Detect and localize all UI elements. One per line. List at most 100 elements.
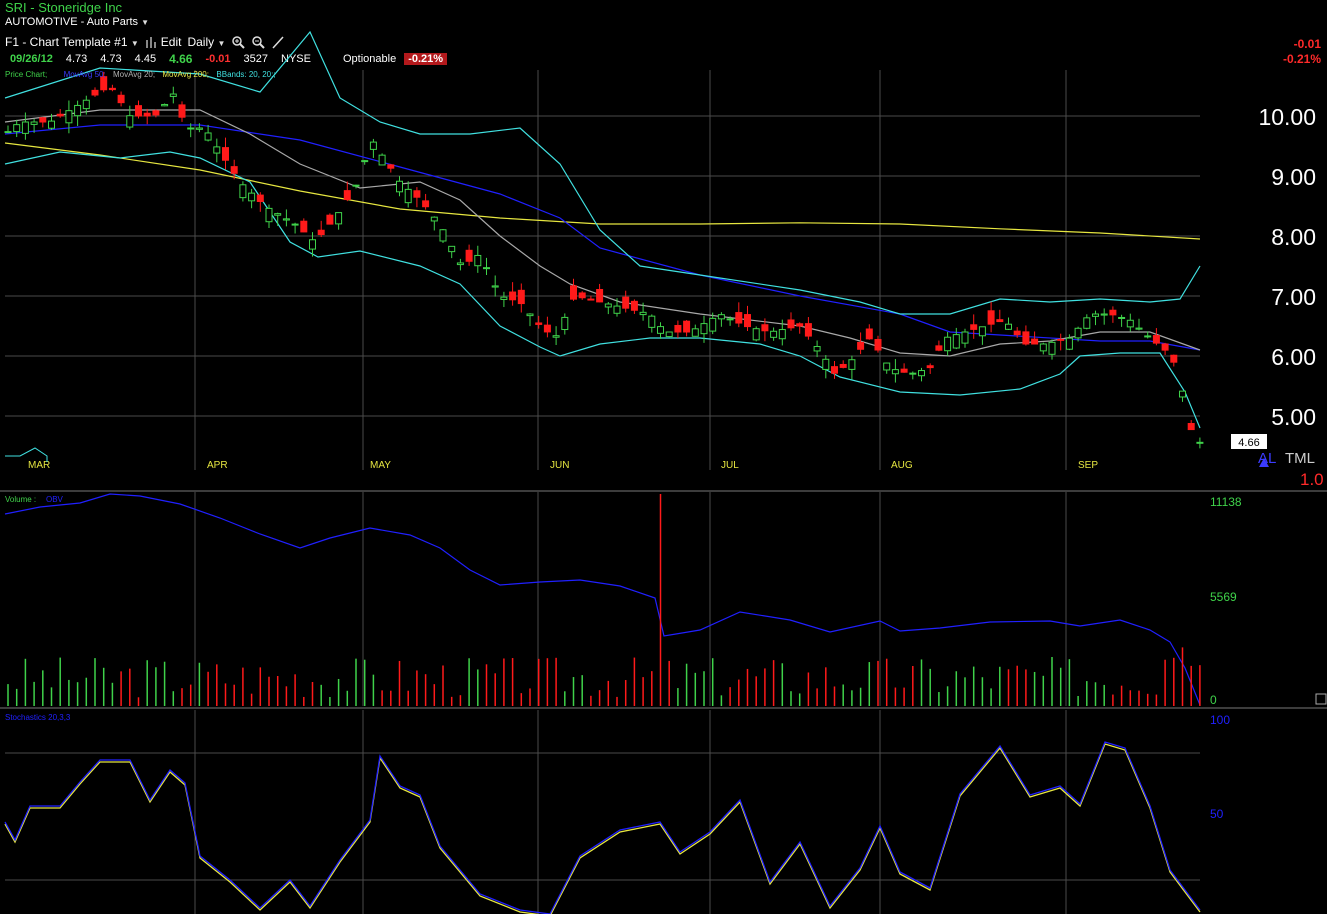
candle-body xyxy=(1196,441,1204,444)
candle-body xyxy=(657,326,664,334)
candle-body xyxy=(396,180,403,193)
candle-body xyxy=(265,207,273,223)
candle-body xyxy=(309,239,316,250)
candle-body xyxy=(578,292,586,299)
stochastic-lines xyxy=(4,741,1201,914)
candle-body xyxy=(48,120,55,129)
month-label: SEP xyxy=(1078,460,1098,471)
last-price-box: 4.66AL TML1.0 xyxy=(1231,434,1324,489)
candle-body xyxy=(448,245,456,253)
candle-body xyxy=(1074,327,1082,339)
candle-body xyxy=(413,190,421,198)
candle-body xyxy=(813,346,821,352)
candle-body xyxy=(1048,341,1056,355)
candle-body xyxy=(65,110,73,124)
candle-body xyxy=(517,289,525,305)
candle-body xyxy=(996,319,1004,323)
candle-body xyxy=(717,314,725,320)
candle-body xyxy=(630,300,638,311)
candle-body xyxy=(1187,423,1195,431)
candle-body xyxy=(74,104,82,117)
candle-body xyxy=(744,314,751,328)
candle-body xyxy=(282,218,290,221)
price-tick: 10.00 xyxy=(1258,104,1316,130)
candle-body xyxy=(831,366,838,374)
candle-body xyxy=(1022,331,1030,345)
candle-body xyxy=(187,127,195,130)
candle-body xyxy=(1144,335,1152,338)
candle-body xyxy=(987,310,995,325)
candle-body xyxy=(726,318,734,321)
candle-body xyxy=(300,220,308,233)
candle-body xyxy=(648,315,656,328)
price-tick: 7.00 xyxy=(1271,284,1316,310)
candle-body xyxy=(1092,313,1099,317)
volume-tick: 11138 xyxy=(1210,495,1242,509)
candle-body xyxy=(1005,323,1012,330)
candle-body xyxy=(256,194,264,202)
candle-body xyxy=(204,132,212,141)
price-tick: 8.00 xyxy=(1271,224,1316,250)
candle-body xyxy=(4,131,12,134)
candle-body xyxy=(404,188,412,204)
candle-body xyxy=(248,192,256,202)
ma50-line xyxy=(4,124,1201,351)
candle-body xyxy=(13,124,21,133)
candle-body xyxy=(883,362,891,371)
candle-body xyxy=(465,249,473,262)
month-label: JUN xyxy=(550,460,569,471)
month-label: JUL xyxy=(721,460,739,471)
stoch-legend: Stochastics 20,3,3 xyxy=(5,713,71,722)
price-axis: 10.00 9.00 8.00 7.00 6.00 5.00 xyxy=(1258,104,1316,430)
month-label: APR xyxy=(207,460,228,471)
candle-body xyxy=(848,359,856,370)
candle-body xyxy=(456,262,464,266)
candle-body xyxy=(126,115,134,128)
candle-body xyxy=(613,305,621,314)
chart-canvas[interactable]: 10.009.008.007.006.005.00 MAR APR MAY JUN JU… xyxy=(0,0,1327,914)
candle-body xyxy=(822,358,830,370)
candle-body xyxy=(552,335,560,338)
obv-line xyxy=(4,493,1201,706)
candle-body xyxy=(1126,319,1134,328)
candle-body xyxy=(430,216,438,222)
candle-body xyxy=(108,87,116,91)
candle-body xyxy=(970,324,978,330)
candle-body xyxy=(1118,316,1126,319)
candle-body xyxy=(343,190,351,201)
candle-body xyxy=(439,229,447,242)
month-label: AUG xyxy=(891,460,913,471)
candle-body xyxy=(1152,335,1160,344)
candle-body xyxy=(91,89,99,96)
candle-body xyxy=(239,184,247,199)
candle-body xyxy=(1161,343,1169,351)
price-tick: 5.00 xyxy=(1271,404,1316,430)
candle-body xyxy=(909,372,917,375)
legend-item: MovAvg 20; xyxy=(113,70,155,79)
candle-body xyxy=(709,317,717,332)
candle-body xyxy=(787,319,795,329)
candle-body xyxy=(422,200,430,208)
ma200-line xyxy=(4,142,1201,240)
grid xyxy=(0,70,1327,914)
candle-body xyxy=(169,93,177,97)
candle-body xyxy=(30,121,38,125)
candle-body xyxy=(561,316,569,331)
candle-body xyxy=(857,341,865,350)
legend-item: MovAvg 200; xyxy=(162,70,209,79)
candle-body xyxy=(509,291,517,301)
stoch-tick: 50 xyxy=(1210,807,1224,821)
candle-body xyxy=(735,312,743,324)
volume-bars xyxy=(7,494,1201,706)
candle-body xyxy=(770,330,778,338)
candle-body xyxy=(222,147,229,161)
stoch-k-line xyxy=(4,741,1201,914)
tml-label: TML xyxy=(1285,450,1315,467)
candle-body xyxy=(543,324,551,333)
candle-body xyxy=(117,94,125,104)
candle-body xyxy=(918,370,925,377)
candle-body xyxy=(1065,337,1073,350)
obv-legend: OBV xyxy=(46,495,64,504)
scroll-box xyxy=(1315,693,1327,705)
candle-body xyxy=(1109,309,1117,316)
